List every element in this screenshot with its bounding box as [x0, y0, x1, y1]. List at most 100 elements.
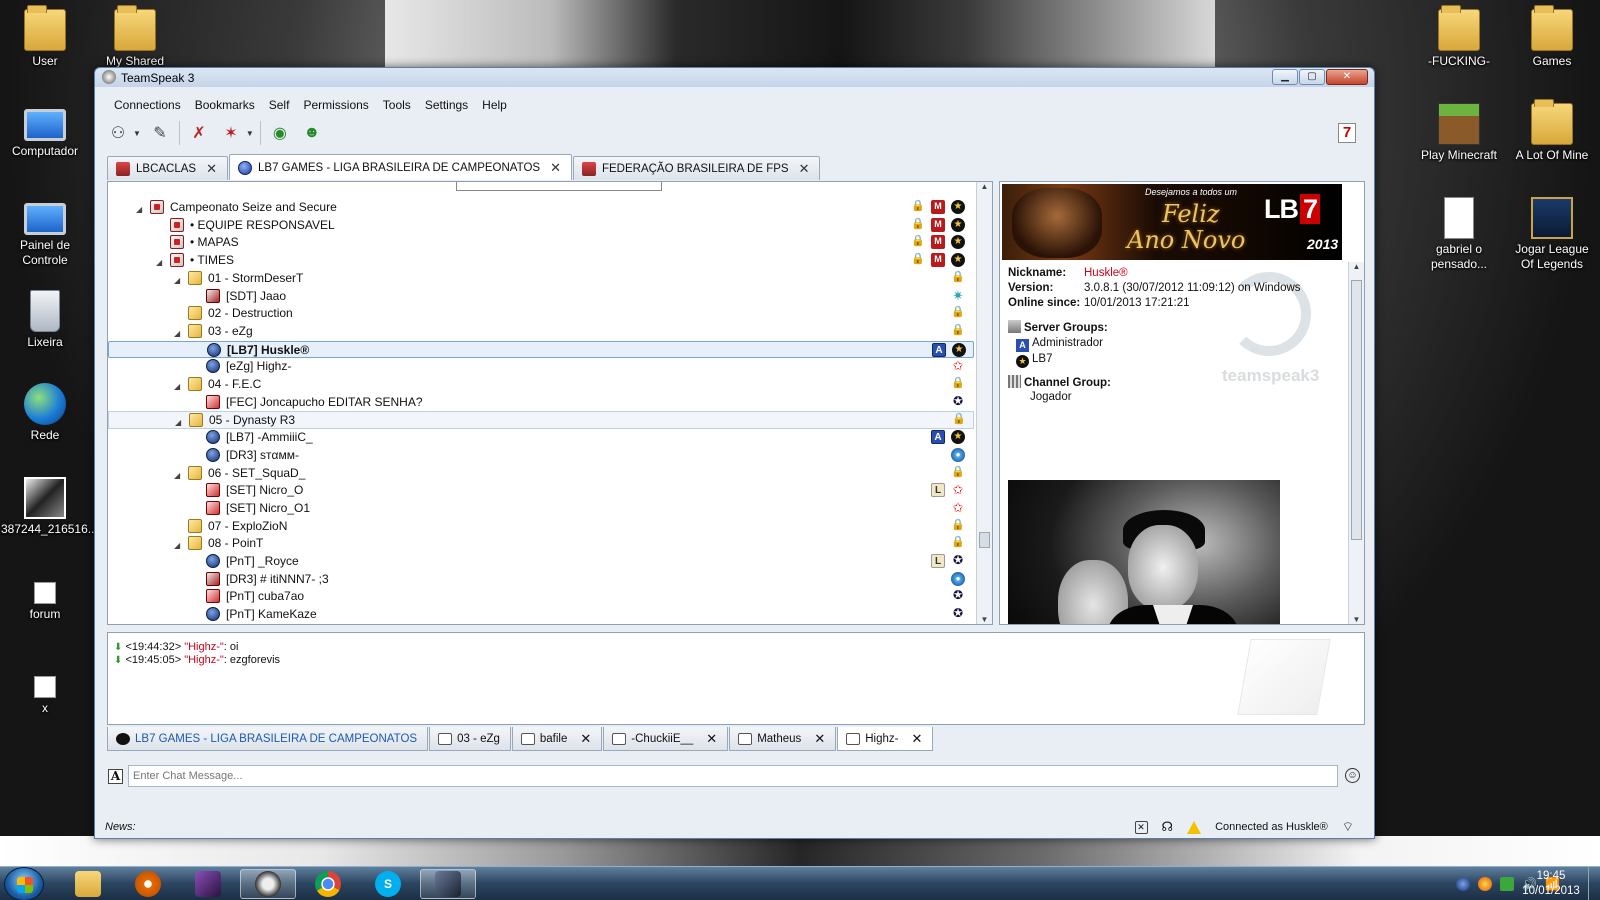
show-desktop-button[interactable] [1588, 867, 1600, 900]
channel-row[interactable]: 02 - Destruction 🔒 [108, 305, 974, 323]
client-row[interactable]: [DR3] # itiNNN7- ;3 ● [108, 571, 974, 589]
client-row[interactable]: [PnT] KameKaze ✪ [108, 606, 974, 624]
lb7-brand-icon[interactable]: 7 [1338, 123, 1356, 143]
taskbar-explorer[interactable] [60, 869, 116, 899]
menu-tools[interactable]: Tools [376, 96, 418, 114]
channel-row[interactable]: 07 - ExploZioN 🔒 [108, 518, 974, 536]
expand-arrow-icon[interactable]: ◢ [174, 467, 180, 484]
warning-icon[interactable] [1187, 820, 1202, 834]
scrollbar-thumb[interactable] [979, 532, 990, 548]
away-icon[interactable]: ◉ [267, 120, 293, 146]
client-row[interactable]: [SDT] Jaao ✷ [108, 288, 974, 306]
client-row[interactable]: [eZg] Highz- ✩ [108, 358, 974, 376]
menu-permissions[interactable]: Permissions [296, 96, 375, 114]
connect-icon[interactable]: ⚇ [105, 120, 131, 146]
teamspeak-tray-icon[interactable] [1456, 877, 1471, 891]
client-row[interactable]: [LB7] -AmmiiiC_ A ★ [108, 429, 974, 447]
taskbar-chrome[interactable] [300, 869, 356, 899]
close-icon[interactable]: ✕ [206, 161, 217, 177]
server-tab-lb7[interactable]: LB7 GAMES - LIGA BRASILEIRA DE CAMPEONAT… [229, 154, 572, 180]
expand-arrow-icon[interactable]: ◢ [174, 272, 180, 289]
desktop-icon-right-0[interactable]: -FUCKING- [1415, 5, 1503, 69]
scrollbar-thumb[interactable] [1351, 280, 1362, 540]
close-news-icon[interactable]: ✕ [1134, 820, 1148, 834]
emoticon-icon[interactable]: ☺ [1345, 768, 1360, 783]
mute-speakers-icon[interactable]: ✶ [218, 120, 244, 146]
desktop-icon-left-8[interactable]: x [1, 666, 89, 716]
scroll-up-icon[interactable]: ▲ [1349, 262, 1364, 271]
close-button[interactable]: ✕ [1326, 69, 1368, 85]
chat-tab-chuckiie[interactable]: -ChuckiiE__ ✕ [603, 727, 729, 751]
channel-row[interactable]: ◢ 01 - StormDeserT 🔒 [108, 270, 974, 288]
chat-message-input[interactable]: Enter Chat Message... [128, 765, 1338, 787]
desktop-icon-left-1[interactable]: My Shared [91, 5, 179, 69]
desktop-icon-right-4[interactable]: gabriel o pensado... [1415, 197, 1503, 272]
taskbar-game2[interactable] [420, 869, 476, 899]
desktop-icon-left-3[interactable]: Painel de Controle [1, 197, 89, 268]
disconnect-icon[interactable]: ✎ [147, 120, 173, 146]
chat-tab-channel[interactable]: 03 - eZg [429, 727, 511, 751]
contacts-icon[interactable]: ☻ [299, 120, 325, 146]
expand-arrow-icon[interactable]: ◢ [136, 201, 142, 218]
expand-arrow-icon[interactable]: ◢ [174, 378, 180, 395]
channel-row[interactable]: ◢ • TIMES 🔒 M ★ [108, 252, 974, 270]
desktop-icon-right-3[interactable]: A Lot Of Mine [1508, 99, 1596, 163]
battery-icon[interactable] [1500, 877, 1515, 891]
channel-row[interactable]: ◢ 08 - PoinT 🔒 [108, 535, 974, 553]
title-bar[interactable]: TeamSpeak 3 ▁ ▢ ✕ [95, 68, 1374, 87]
start-button[interactable] [4, 867, 44, 900]
client-row[interactable]: [PnT] cuba7ao ✪ [108, 588, 974, 606]
desktop-icon-left-7[interactable]: forum [1, 572, 89, 622]
desktop-icon-left-6[interactable]: 387244_216516... [1, 477, 98, 537]
client-row[interactable]: [LB7] Huskle® A ★ [108, 340, 974, 359]
client-row[interactable]: [DR3] sтαмм- ● [108, 447, 974, 465]
chat-tab-matheus[interactable]: Matheus ✕ [729, 727, 837, 751]
scroll-up-icon[interactable]: ▲ [977, 182, 992, 191]
menu-bookmarks[interactable]: Bookmarks [188, 96, 262, 114]
menu-connections[interactable]: Connections [107, 96, 188, 114]
expand-arrow-icon[interactable]: ◢ [174, 325, 180, 342]
chat-tab-highz[interactable]: Highz- ✕ [837, 727, 934, 751]
chat-tab-bafile[interactable]: bafile ✕ [511, 727, 603, 751]
channel-row[interactable]: ◢ 03 - eZg 🔒 [108, 323, 974, 341]
channel-row[interactable]: ◢ 06 - SET_SquaD_ 🔒 [108, 465, 974, 483]
client-row[interactable]: [SET] Nicro_O L ✩ [108, 482, 974, 500]
close-icon[interactable]: ✕ [799, 161, 810, 177]
desktop-icon-right-5[interactable]: Jogar League Of Legends [1508, 197, 1596, 272]
info-scrollbar[interactable]: ▲ ▼ [1348, 262, 1364, 624]
chat-tab-server[interactable]: LB7 GAMES - LIGA BRASILEIRA DE CAMPEONAT… [107, 727, 429, 751]
mute-microphone-icon[interactable]: ✗ [186, 120, 212, 146]
chat-log[interactable]: ⬇ <19:44:32> "Highz-": oi ⬇ <19:45:05> "… [107, 632, 1365, 725]
close-icon[interactable]: ✕ [814, 731, 825, 747]
expand-arrow-icon[interactable]: ◢ [174, 537, 180, 554]
menu-help[interactable]: Help [475, 96, 514, 114]
taskbar-skype[interactable]: S [360, 869, 416, 899]
taskbar-clock[interactable]: 19:45 10/01/2013 [1516, 869, 1586, 899]
channel-row[interactable]: • MAPAS 🔒 M ★ [108, 234, 974, 252]
scroll-down-icon[interactable]: ▼ [977, 615, 992, 624]
expand-arrow-icon[interactable]: ◢ [156, 254, 162, 271]
client-row[interactable]: [PnT] _Royce L ✪ [108, 553, 974, 571]
server-tab-fbf[interactable]: FEDERAÇÃO BRASILEIRA DE FPS ✕ [572, 156, 821, 180]
menu-self[interactable]: Self [262, 96, 297, 114]
minimize-button[interactable]: ▁ [1272, 69, 1298, 85]
channel-tree[interactable]: ◢ Campeonato Seize and Secure 🔒 M ★ • EQUIPE … [107, 181, 993, 625]
font-format-button[interactable]: A [108, 769, 123, 784]
tree-scrollbar[interactable]: ▲ ▼ [976, 182, 992, 624]
headset-icon[interactable]: ☊ [1162, 816, 1174, 838]
close-icon[interactable]: ✕ [911, 731, 922, 747]
desktop-icon-right-2[interactable]: Play Minecraft [1415, 103, 1503, 163]
taskbar-game[interactable] [180, 869, 236, 899]
client-row[interactable]: [SET] Nicro_O1 ✩ [108, 500, 974, 518]
chevron-down-icon[interactable]: ▼ [133, 129, 141, 138]
wifi-signal-icon[interactable]: ⌔ [1342, 816, 1354, 838]
channel-row[interactable]: ◢ 04 - F.E.C 🔒 [108, 376, 974, 394]
maximize-button[interactable]: ▢ [1299, 69, 1325, 85]
desktop-icon-left-5[interactable]: Rede [1, 383, 89, 443]
close-icon[interactable]: ✕ [706, 731, 717, 747]
chevron-down-icon[interactable]: ▼ [246, 129, 254, 138]
channel-row[interactable]: • EQUIPE RESPONSAVEL 🔒 M ★ [108, 217, 974, 235]
desktop-icon-right-1[interactable]: Games [1508, 5, 1596, 69]
desktop-icon-left-2[interactable]: Computador [1, 103, 89, 159]
desktop-icon-left-4[interactable]: Lixeira [1, 290, 89, 350]
